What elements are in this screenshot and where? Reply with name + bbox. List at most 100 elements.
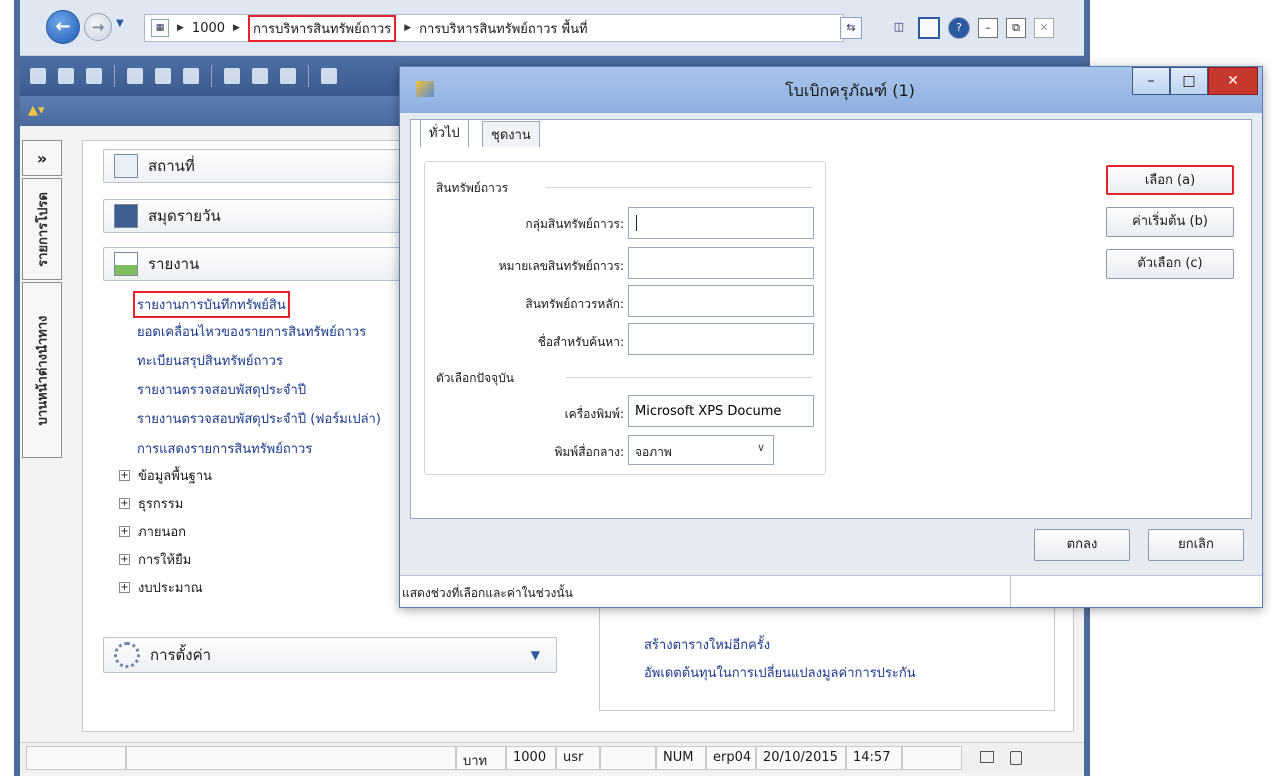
save-icon[interactable] <box>86 68 102 84</box>
asset-group-label: กลุ่มสินทรัพย์ถาวร: <box>525 217 624 231</box>
report-link-asset-summary[interactable]: ทะเบียนสรุปสินทรัพย์ถาวร <box>137 350 283 371</box>
breadcrumb-area-page[interactable]: การบริหารสินทรัพย์ถาวร พื้นที่ <box>419 18 587 39</box>
asset-number-label: หมายเลขสินทรัพย์ถาวร: <box>498 259 624 273</box>
dialog-close-icon[interactable]: ✕ <box>1208 67 1258 95</box>
batch-dialog: โบเบิกครุภัณฑ์ (1) – □ ✕ ทั่วไป ชุดงาน ส… <box>399 66 1263 608</box>
report-icon <box>114 252 138 276</box>
ok-button[interactable]: ตกลง <box>1034 529 1130 561</box>
status-user[interactable]: usr <box>556 746 600 770</box>
asset-number-input[interactable] <box>628 247 814 279</box>
tree-item-label: ภายนอก <box>138 525 187 540</box>
status-time: 14:57 <box>846 746 902 770</box>
main-asset-input[interactable] <box>628 285 814 317</box>
toolbar-divider <box>114 65 115 87</box>
status-bar: บาท 1000 usr NUM erp04 20/10/2015 14:57 <box>20 742 1084 772</box>
chevron-down-icon[interactable]: ▼ <box>531 648 540 662</box>
status-company[interactable]: 1000 <box>506 746 556 770</box>
restore-icon[interactable]: ⧉ <box>1006 18 1026 38</box>
tree-item-label: ธุรกรรม <box>138 497 184 512</box>
tree-item-budget[interactable]: + งบประมาณ <box>119 577 203 598</box>
report-link-annual-audit[interactable]: รายงานตรวจสอบพัสดุประจำปี <box>137 379 306 400</box>
expand-plus-icon[interactable]: + <box>119 582 130 593</box>
periodic-link-rebuild-table[interactable]: สร้างตารางใหม่อีกครั้ง <box>644 634 770 655</box>
copy-icon[interactable] <box>252 68 268 84</box>
cut-icon[interactable] <box>224 68 240 84</box>
panel-icon[interactable] <box>918 17 940 39</box>
close-icon[interactable]: ✕ <box>1034 18 1054 38</box>
print-medium-select[interactable]: จอภาพ ∨ <box>628 435 774 465</box>
find-icon[interactable] <box>321 68 337 84</box>
tab-favorites[interactable]: รายการโปรด <box>22 178 62 280</box>
refresh-icon[interactable]: ⇆ <box>840 17 862 39</box>
forward-arrow-icon: → <box>91 18 105 36</box>
breadcrumb-module[interactable]: การบริหารสินทรัพย์ถาวร <box>247 14 397 42</box>
report-link-asset-record[interactable]: รายงานการบันทึกทรัพย์สิน <box>133 291 290 318</box>
dialog-status-text: แสดงช่วงที่เลือกและค่าในช่วงนั้น <box>400 575 1262 607</box>
options-button[interactable]: ตัวเลือก (c) <box>1106 249 1234 279</box>
main-asset-label: สินทรัพย์ถาวรหลัก: <box>525 297 624 311</box>
expand-plus-icon[interactable]: + <box>119 470 130 481</box>
dialog-minimize-icon[interactable]: – <box>1132 67 1170 95</box>
print-preview-icon[interactable] <box>155 68 171 84</box>
back-arrow-icon: ← <box>55 16 71 37</box>
print-icon[interactable] <box>127 68 143 84</box>
open-icon[interactable] <box>58 68 74 84</box>
paste-icon[interactable] <box>280 68 296 84</box>
printer-input[interactable] <box>628 395 814 427</box>
nav-group-journals-label: สมุดรายวัน <box>148 207 221 225</box>
defaults-button[interactable]: ค่าเริ่มต้น (b) <box>1106 207 1234 237</box>
new-icon[interactable] <box>30 68 46 84</box>
expand-pane-button[interactable]: » <box>22 140 62 176</box>
cancel-button[interactable]: ยกเลิก <box>1148 529 1244 561</box>
filter-icon[interactable] <box>183 68 199 84</box>
tab-navigation-pane[interactable]: บานหน้าต่างนำทาง <box>22 282 62 458</box>
back-button[interactable]: ← <box>46 10 80 44</box>
dialog-titlebar[interactable]: โบเบิกครุภัณฑ์ (1) – □ ✕ <box>400 67 1262 113</box>
status-currency[interactable]: บาท <box>456 746 506 770</box>
breadcrumb-separator-icon: ▶ <box>404 23 412 33</box>
help-icon[interactable]: ? <box>948 17 970 39</box>
favorites-chart-icon[interactable]: ▲▾ <box>28 103 50 119</box>
search-name-input[interactable] <box>628 323 814 355</box>
printer-label: เครื่องพิมพ์: <box>564 407 624 421</box>
breadcrumb-separator-icon: ▶ <box>177 23 184 33</box>
tree-item-master-data[interactable]: + ข้อมูลพื้นฐาน <box>119 465 212 486</box>
address-bar-tools: ⇆ ◫ ? – ⧉ ✕ <box>840 14 1080 42</box>
expand-plus-icon[interactable]: + <box>119 554 130 565</box>
report-link-asset-movement[interactable]: ยอดเคลื่อนไหวของรายการสินทรัพย์ถาวร <box>137 321 366 342</box>
periodic-link-update-insurance[interactable]: อัพเดตต้นทุนในการเปลี่ยนแปลงมูลค่าการประ… <box>644 662 916 683</box>
tab-batch[interactable]: ชุดงาน <box>482 121 540 147</box>
tab-general[interactable]: ทั่วไป <box>420 119 469 147</box>
minimize-icon[interactable]: – <box>978 18 998 38</box>
tree-item-external[interactable]: + ภายนอก <box>119 521 186 542</box>
history-dropdown-icon[interactable]: ▼ <box>116 18 124 29</box>
gear-icon <box>114 642 140 668</box>
select-button[interactable]: เลือก (a) <box>1106 165 1234 195</box>
forward-button[interactable]: → <box>84 13 112 41</box>
section-current-label: ตัวเลือกปัจจุบัน <box>436 371 514 385</box>
notification-icon[interactable] <box>980 751 994 763</box>
places-icon <box>114 154 138 178</box>
toolbar-divider <box>211 65 212 87</box>
journal-book-icon <box>114 204 138 228</box>
expand-plus-icon[interactable]: + <box>119 526 130 537</box>
nav-group-reports-label: รายงาน <box>148 255 200 273</box>
status-empty-cell <box>902 746 962 770</box>
layout-icon[interactable]: ◫ <box>888 17 910 39</box>
report-link-asset-listing[interactable]: การแสดงรายการสินทรัพย์ถาวร <box>137 438 312 459</box>
expand-plus-icon[interactable]: + <box>119 498 130 509</box>
asset-group-input[interactable] <box>628 207 814 239</box>
dialog-maximize-icon[interactable]: □ <box>1170 67 1208 95</box>
print-medium-label: พิมพ์สื่อกลาง: <box>554 445 624 459</box>
nav-group-settings-label: การตั้งค่า <box>150 646 212 664</box>
tree-item-lending[interactable]: + การให้ยืม <box>119 549 191 570</box>
chevron-down-icon: ∨ <box>756 441 765 454</box>
nav-group-settings[interactable]: การตั้งค่า ▼ <box>103 637 557 673</box>
breadcrumb[interactable]: ▦ ▶ 1000 ▶ การบริหารสินทรัพย์ถาวร ▶ การบ… <box>144 14 844 42</box>
status-date[interactable]: 20/10/2015 <box>756 746 846 770</box>
database-icon[interactable] <box>1010 751 1022 765</box>
tree-item-transactions[interactable]: + ธุรกรรม <box>119 493 183 514</box>
dialog-app-icon <box>416 81 434 97</box>
breadcrumb-company[interactable]: 1000 <box>192 21 225 36</box>
report-link-annual-audit-blank[interactable]: รายงานตรวจสอบพัสดุประจำปี (ฟอร์มเปล่า) <box>137 408 381 429</box>
